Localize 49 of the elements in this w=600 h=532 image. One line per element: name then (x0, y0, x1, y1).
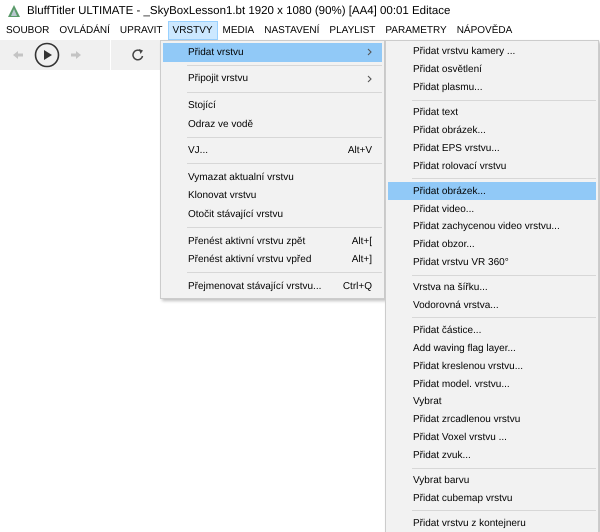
menu-item[interactable]: Přidat zachycenou video vrstvu... (388, 218, 596, 236)
menu-bar-item[interactable]: MEDIA (218, 21, 260, 40)
menu-item[interactable]: Přidat model. vrstvu... (388, 375, 596, 394)
menu-item[interactable]: Vybrat (388, 393, 596, 411)
window-title: BluffTitler ULTIMATE - _SkyBoxLesson1.bt 1920 x 1080 (90%) [AA4] 00:01 Editace (27, 4, 450, 16)
menu-item[interactable]: Přidat obrázek... (388, 182, 596, 200)
menu-item[interactable]: Přidat kreslenou vrstvu... (388, 357, 596, 376)
menu-bar-item[interactable]: NASTAVENÍ (259, 21, 324, 40)
menu-item[interactable]: Přidat zvuk... (388, 446, 596, 465)
menu-item[interactable]: Přidat EPS vrstvu... (388, 139, 596, 158)
menu-item[interactable]: Vodorovná vrstva... (388, 296, 596, 314)
menu-item[interactable]: Stojící (163, 96, 382, 115)
menu-bar-item[interactable]: NÁPOVĚDA (452, 21, 518, 40)
menu-item[interactable]: Odraz ve vodě (163, 114, 382, 134)
menu-bar-item[interactable]: UPRAVIT (114, 21, 168, 40)
menu-item[interactable]: Vymazat aktualní vrstvu (163, 168, 382, 187)
menu-item[interactable]: Připojit vrstvu (163, 70, 382, 88)
menu-item[interactable]: Přidat vrstvu z kontejneru (388, 514, 596, 532)
menu-item[interactable]: Vrstva na šířku... (388, 278, 596, 297)
menu-bar-item[interactable]: VRSTVY (168, 21, 218, 40)
triangle-icon (7, 4, 21, 18)
menu-bar-item[interactable]: PLAYLIST (324, 21, 380, 40)
menu-bar-item[interactable]: SOUBOR (1, 21, 54, 40)
menu-item[interactable]: Přidat cubemap vrstvu (388, 489, 596, 508)
menu-item[interactable]: Přidat plasmu... (388, 78, 596, 97)
menu-item[interactable]: Přidat Voxel vrstvu ... (388, 428, 596, 447)
menu-item[interactable]: Přidat částice... (388, 321, 596, 340)
menu-item[interactable]: Klonovat vrstvu (163, 186, 382, 206)
menu-item[interactable]: Add waving flag layer... (388, 339, 596, 358)
play-icon[interactable] (34, 42, 60, 68)
refresh-icon[interactable] (131, 48, 145, 62)
menu-item[interactable]: Přidat vrstvu VR 360° (388, 254, 596, 272)
menu-item[interactable]: Přidat text (388, 104, 596, 122)
menu-item[interactable]: Přidat obrázek... (388, 122, 596, 140)
menu-bar-item[interactable]: PARAMETRY (380, 21, 452, 40)
menu-item[interactable]: VJ... Alt+V (163, 141, 382, 160)
menu-item[interactable]: Přidat vrstvu kamery ... (388, 43, 596, 61)
menu-item[interactable]: Přenést aktivní vrstvu zpět Alt+[ (163, 232, 382, 250)
menu-item[interactable]: Přidat zrcadlenou vrstvu (388, 410, 596, 429)
menu-item[interactable]: Otočit stávající vrstvu (163, 205, 382, 224)
menu-item[interactable]: Přidat osvětlení (388, 60, 596, 79)
menu-item[interactable]: Vybrat barvu (388, 472, 596, 490)
menu-bar-item[interactable]: OVLÁDÁNÍ (54, 21, 115, 40)
menu-item[interactable]: Přidat video... (388, 200, 596, 218)
menu-item[interactable]: Přidat vrstvu (163, 43, 382, 62)
menu-item[interactable]: Přenést aktivní vrstvu vpřed Alt+] (163, 250, 382, 269)
menu-item[interactable]: Přidat rolovací vrstvu (388, 157, 596, 176)
menu-item[interactable]: Přejmenovat stávající vrstvu... Ctrl+Q (163, 276, 382, 296)
menu-item[interactable]: Přidat obzor... (388, 236, 596, 254)
